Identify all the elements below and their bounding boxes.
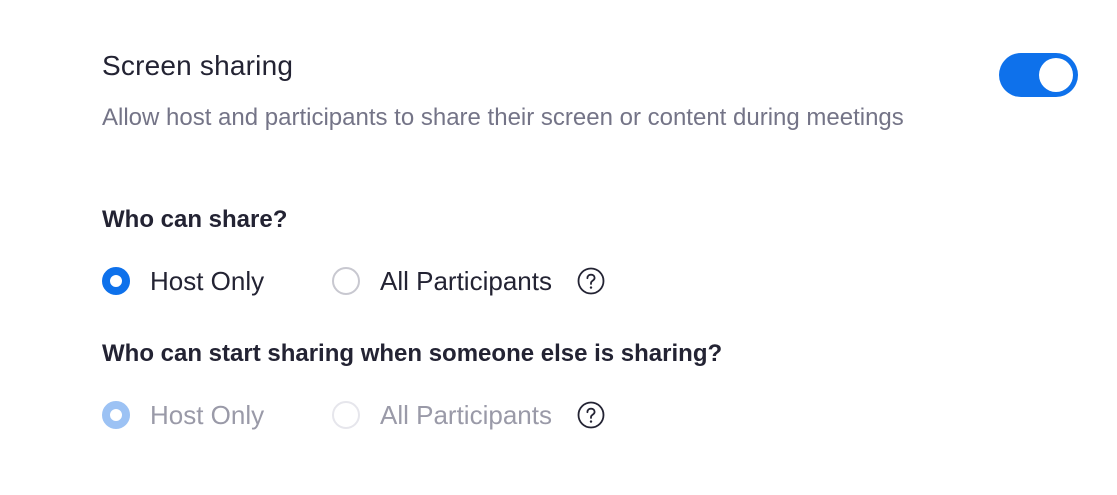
- who-can-share-options: Host Only All Participants: [102, 264, 606, 298]
- radio-label: Host Only: [150, 399, 265, 430]
- who-can-share-host-only-option[interactable]: Host Only: [102, 266, 332, 297]
- who-can-start-sharing-host-only-option[interactable]: Host Only: [102, 400, 332, 431]
- toggle-knob: [1039, 58, 1073, 92]
- setting-description: Allow host and participants to share the…: [102, 104, 904, 131]
- who-can-share-all-participants-option[interactable]: All Participants: [332, 266, 552, 297]
- who-can-start-sharing-heading: Who can start sharing when someone else …: [102, 340, 723, 367]
- radio-label: All Participants: [380, 399, 552, 430]
- setting-title: Screen sharing: [102, 50, 294, 81]
- who-can-start-sharing-options: Host Only All Participants: [102, 398, 606, 432]
- radio-all-participants[interactable]: [332, 267, 360, 295]
- screen-sharing-toggle[interactable]: [999, 53, 1078, 97]
- radio-all-participants-disabled[interactable]: [332, 401, 360, 429]
- radio-host-only-disabled[interactable]: [102, 401, 130, 429]
- question-circle-icon[interactable]: [576, 266, 606, 296]
- who-can-start-sharing-all-participants-option[interactable]: All Participants: [332, 400, 552, 431]
- radio-host-only[interactable]: [102, 267, 130, 295]
- radio-label: Host Only: [150, 265, 265, 296]
- who-can-share-heading: Who can share?: [102, 206, 288, 233]
- question-circle-icon[interactable]: [576, 400, 606, 430]
- radio-label: All Participants: [380, 265, 552, 296]
- screen-sharing-setting-panel: Screen sharing Allow host and participan…: [0, 0, 1117, 495]
